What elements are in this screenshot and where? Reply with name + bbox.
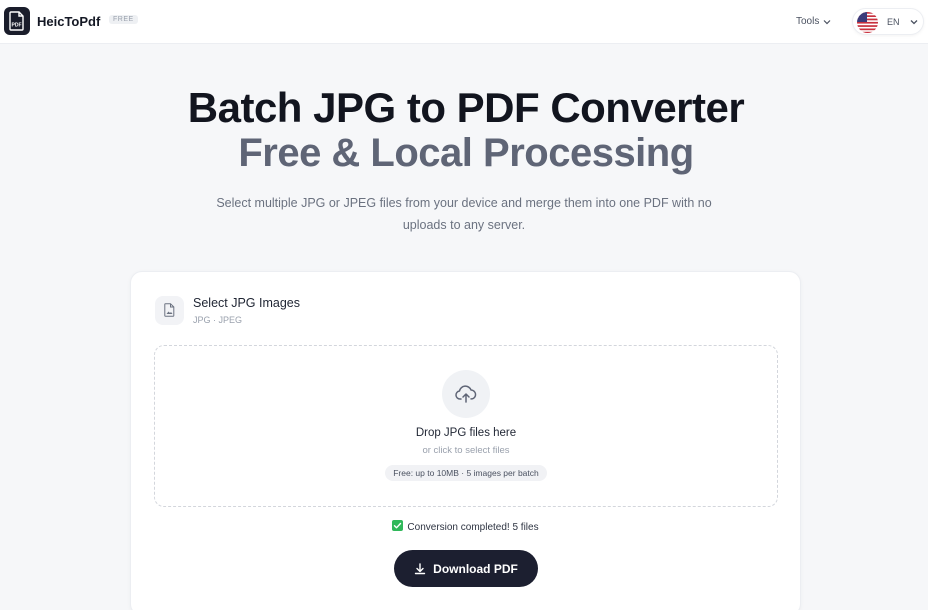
brand-name[interactable]: HeicToPdf (37, 14, 100, 29)
language-selector[interactable]: EN (852, 8, 924, 35)
free-badge: FREE (109, 15, 138, 24)
file-image-icon (155, 296, 184, 325)
dropzone-title: Drop JPG files here (415, 427, 517, 439)
status-text: Conversion completed! 5 files (407, 522, 539, 533)
chevron-down-icon (910, 20, 918, 25)
tools-menu[interactable]: Tools (796, 16, 831, 27)
page-subtitle-heading: Free & Local Processing (238, 131, 694, 175)
accepted-formats: JPG · JPEG (193, 315, 243, 325)
file-dropzone[interactable]: Drop JPG files here or click to select f… (154, 345, 778, 507)
card-title: Select JPG Images (193, 296, 300, 310)
download-icon (414, 562, 426, 574)
hero-description: Select multiple JPG or JPEG files from y… (216, 196, 712, 232)
pdf-file-icon[interactable]: PDF (4, 7, 30, 35)
cloud-upload-icon (455, 385, 477, 403)
conversion-status: Conversion completed! 5 files (131, 520, 800, 533)
chevron-down-icon (823, 19, 831, 24)
tools-label: Tools (796, 16, 820, 27)
svg-text:PDF: PDF (12, 23, 22, 29)
converter-card: Select JPG Images JPG · JPEG Drop JPG fi… (130, 271, 801, 610)
checkmark-icon (392, 520, 404, 531)
limit-badge: Free: up to 10MB · 5 images per batch (385, 465, 547, 481)
top-navbar: PDF HeicToPdf FREE Tools EN (0, 0, 928, 44)
page-title: Batch JPG to PDF Converter (187, 84, 745, 131)
download-label: Download PDF (433, 561, 518, 576)
us-flag-icon (857, 12, 878, 33)
language-code: EN (887, 17, 900, 27)
download-pdf-button[interactable]: Download PDF (394, 550, 538, 587)
upload-icon-wrapper (442, 370, 490, 418)
dropzone-subtitle: or click to select files (422, 445, 510, 456)
